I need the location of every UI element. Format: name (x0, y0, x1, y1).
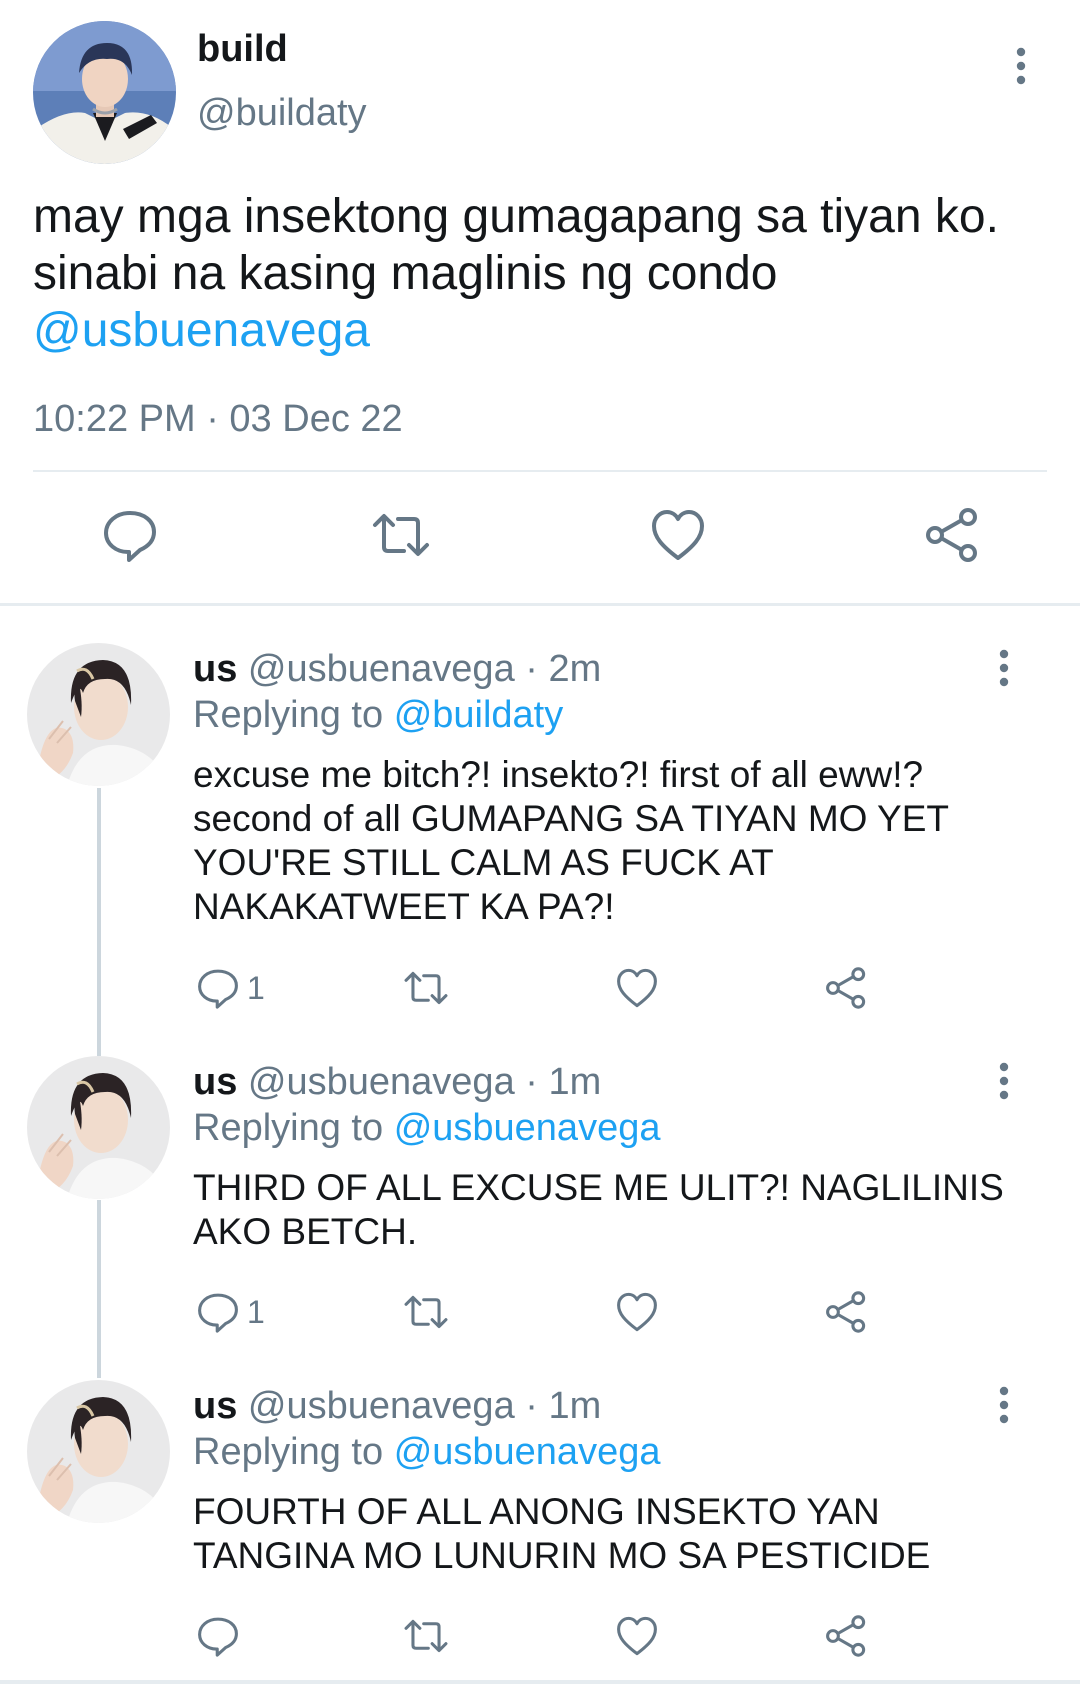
author-handle[interactable]: @usbuenavega (248, 1385, 515, 1427)
like-icon[interactable] (648, 505, 708, 565)
author-name[interactable]: us (193, 648, 237, 690)
author-name[interactable]: build (197, 28, 288, 71)
mention-link[interactable]: @usbuenavega (33, 302, 1053, 359)
main-tweet: build @buildaty may mga insektong gumaga… (0, 0, 1080, 604)
share-icon[interactable] (922, 505, 982, 565)
section-divider (0, 1680, 1080, 1684)
reply-text: excuse me bitch?! insekto?! first of all… (193, 753, 1043, 929)
replying-to: Replying to @usbuenavega (193, 1107, 660, 1150)
divider (33, 470, 1047, 472)
tweet-timestamp[interactable]: 10:22 PM · 03 Dec 22 (33, 398, 403, 441)
reply-actions: 1 (0, 1289, 1080, 1339)
more-icon[interactable] (989, 1385, 1019, 1425)
reply-text-line: FOURTH OF ALL ANONG INSEKTO YAN (193, 1491, 880, 1532)
reply-text-line: second of all GUMAPANG SA TIYAN MO YET (193, 798, 950, 839)
reply-time: · 1m (525, 1385, 602, 1427)
reply-text-line: THIRD OF ALL EXCUSE ME ULIT?! NAGLILINIS (193, 1167, 1004, 1208)
reply-header: us @usbuenavega · 1m (193, 1385, 601, 1428)
author-handle[interactable]: @usbuenavega (248, 1061, 515, 1103)
tweet-text-line: may mga insektong gumagapang sa tiyan ko… (33, 190, 999, 243)
comment-icon (195, 1289, 241, 1335)
avatar[interactable] (27, 1056, 170, 1199)
like-icon[interactable] (614, 965, 660, 1011)
reply-header: us @usbuenavega · 2m (193, 648, 601, 691)
comment-button[interactable]: 1 (195, 965, 265, 1011)
like-icon[interactable] (614, 1289, 660, 1335)
reply-text-line: excuse me bitch?! insekto?! first of all… (193, 754, 924, 795)
comment-icon (195, 965, 241, 1011)
retweet-icon[interactable] (403, 1613, 449, 1659)
reply-header: us @usbuenavega · 1m (193, 1061, 601, 1104)
retweet-icon[interactable] (403, 1289, 449, 1335)
tweet-text: may mga insektong gumagapang sa tiyan ko… (33, 188, 1053, 359)
reply-time: · 2m (525, 648, 602, 690)
replying-to: Replying to @usbuenavega (193, 1431, 660, 1474)
tweet-text-line: sinabi na kasing maglinis ng condo (33, 247, 778, 300)
mention-link[interactable]: @usbuenavega (394, 1431, 661, 1473)
author-handle[interactable]: @buildaty (197, 92, 367, 135)
share-icon[interactable] (823, 1613, 869, 1659)
avatar[interactable] (27, 1380, 170, 1523)
comment-button[interactable] (195, 1613, 247, 1659)
tweet-actions (0, 505, 1080, 575)
avatar[interactable] (33, 21, 176, 164)
like-icon[interactable] (614, 1613, 660, 1659)
reply-text: FOURTH OF ALL ANONG INSEKTO YAN TANGINA … (193, 1490, 1043, 1578)
reply-text-line: AKO BETCH. (193, 1211, 418, 1252)
replying-to: Replying to @buildaty (193, 694, 563, 737)
mention-link[interactable]: @usbuenavega (394, 1107, 661, 1149)
reply-text-line: NAKAKATWEET KA PA?! (193, 886, 615, 927)
reply-time: · 1m (525, 1061, 602, 1103)
reply-text-line: TANGINA MO LUNURIN MO SA PESTICIDE (193, 1535, 931, 1576)
reply-tweet[interactable]: us @usbuenavega · 1m Replying to @usbuen… (0, 1380, 1080, 1680)
reply-count: 1 (247, 1293, 265, 1330)
retweet-icon[interactable] (403, 965, 449, 1011)
reply-text-line: YOU'RE STILL CALM AS FUCK AT (193, 842, 774, 883)
author-name[interactable]: us (193, 1061, 237, 1103)
author-handle[interactable]: @usbuenavega (248, 648, 515, 690)
share-icon[interactable] (823, 1289, 869, 1335)
comment-icon[interactable] (100, 505, 160, 565)
reply-actions (0, 1613, 1080, 1663)
reply-actions: 1 (0, 965, 1080, 1015)
comment-button[interactable]: 1 (195, 1289, 265, 1335)
mention-link[interactable]: @buildaty (394, 694, 564, 736)
more-icon[interactable] (989, 1061, 1019, 1101)
reply-count: 1 (247, 969, 265, 1006)
retweet-icon[interactable] (371, 505, 431, 565)
replying-to-label: Replying to (193, 1431, 384, 1473)
reply-text: THIRD OF ALL EXCUSE ME ULIT?! NAGLILINIS… (193, 1166, 1043, 1254)
comment-icon (195, 1613, 241, 1659)
replying-to-label: Replying to (193, 1107, 384, 1149)
share-icon[interactable] (823, 965, 869, 1011)
section-divider (0, 603, 1080, 606)
more-icon[interactable] (1006, 46, 1036, 86)
reply-tweet[interactable]: us @usbuenavega · 2m Replying to @builda… (0, 643, 1080, 1023)
reply-tweet[interactable]: us @usbuenavega · 1m Replying to @usbuen… (0, 1056, 1080, 1356)
more-icon[interactable] (989, 648, 1019, 688)
avatar[interactable] (27, 643, 170, 786)
replying-to-label: Replying to (193, 694, 384, 736)
author-name[interactable]: us (193, 1385, 237, 1427)
